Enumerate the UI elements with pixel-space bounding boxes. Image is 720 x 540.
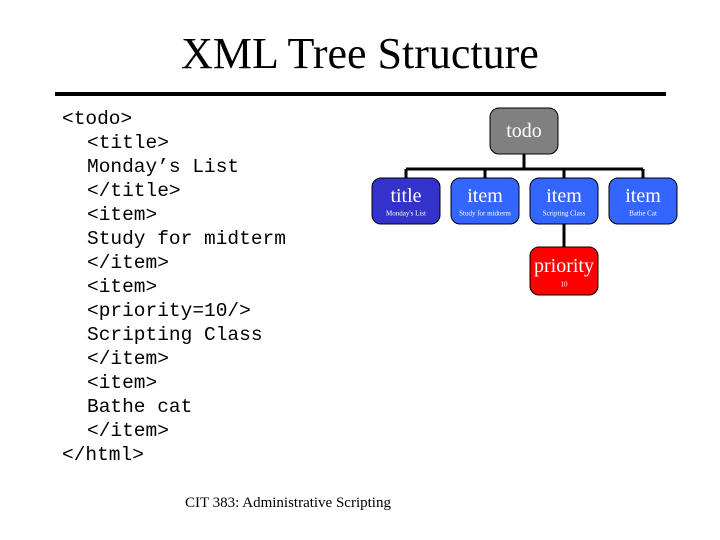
node-item-1-sublabel: Study for midterm: [459, 210, 511, 218]
xml-tree-diagram: todo title Monday's List item Study for midt…: [371, 107, 678, 296]
node-item-1-label: item: [467, 185, 503, 207]
node-priority-label: priority: [534, 255, 594, 277]
node-title-0-sublabel: Monday's List: [386, 210, 426, 218]
node-item-2-sublabel: Scripting Class: [543, 210, 586, 218]
node-priority-sublabel: 10: [561, 280, 569, 288]
node-item-2-label: item: [546, 185, 582, 207]
node-todo-label: todo: [506, 120, 542, 142]
node-item-3-sublabel: Bathe Cat: [629, 210, 657, 218]
slide-footer: CIT 383: Administrative Scripting: [185, 495, 391, 511]
node-item-3-label: item: [625, 185, 661, 207]
node-title-0-label: title: [390, 185, 421, 207]
